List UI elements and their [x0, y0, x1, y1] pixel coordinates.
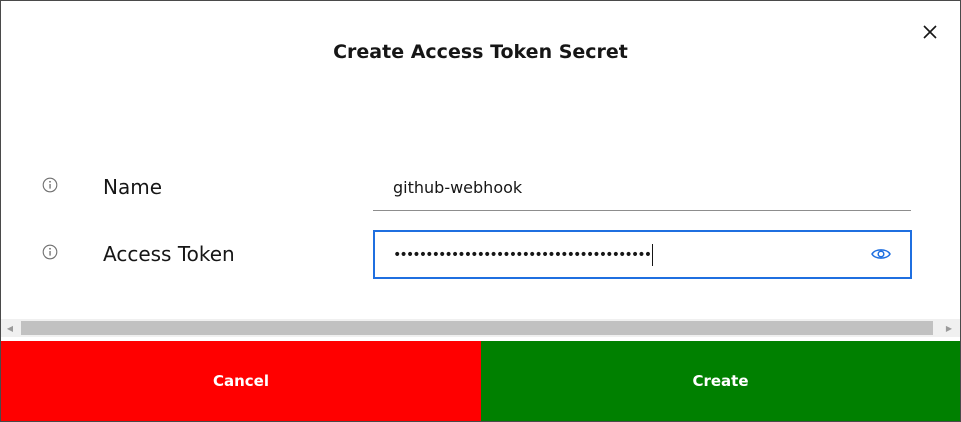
cancel-button[interactable]: Cancel — [1, 341, 481, 421]
horizontal-scrollbar[interactable]: ◀ ▶ — [1, 319, 960, 337]
name-field[interactable]: github-webhook — [373, 165, 911, 211]
eye-icon[interactable] — [869, 244, 893, 264]
access-token-field[interactable]: •••••••••••••••••••••••••••••••••••••••• — [373, 230, 912, 279]
name-value: github-webhook — [393, 178, 523, 197]
scroll-thumb[interactable] — [21, 321, 933, 335]
scroll-left-icon[interactable]: ◀ — [1, 319, 19, 337]
text-caret — [652, 243, 654, 266]
info-icon[interactable] — [42, 177, 58, 193]
scroll-right-icon[interactable]: ▶ — [940, 319, 958, 337]
create-button[interactable]: Create — [481, 341, 960, 421]
access-token-value: •••••••••••••••••••••••••••••••••••••••• — [393, 246, 652, 263]
create-secret-dialog: Create Access Token Secret Name github-w… — [0, 0, 961, 422]
info-icon[interactable] — [42, 244, 58, 260]
access-token-label: Access Token — [103, 242, 235, 266]
name-label: Name — [103, 175, 163, 199]
dialog-title: Create Access Token Secret — [333, 41, 628, 63]
